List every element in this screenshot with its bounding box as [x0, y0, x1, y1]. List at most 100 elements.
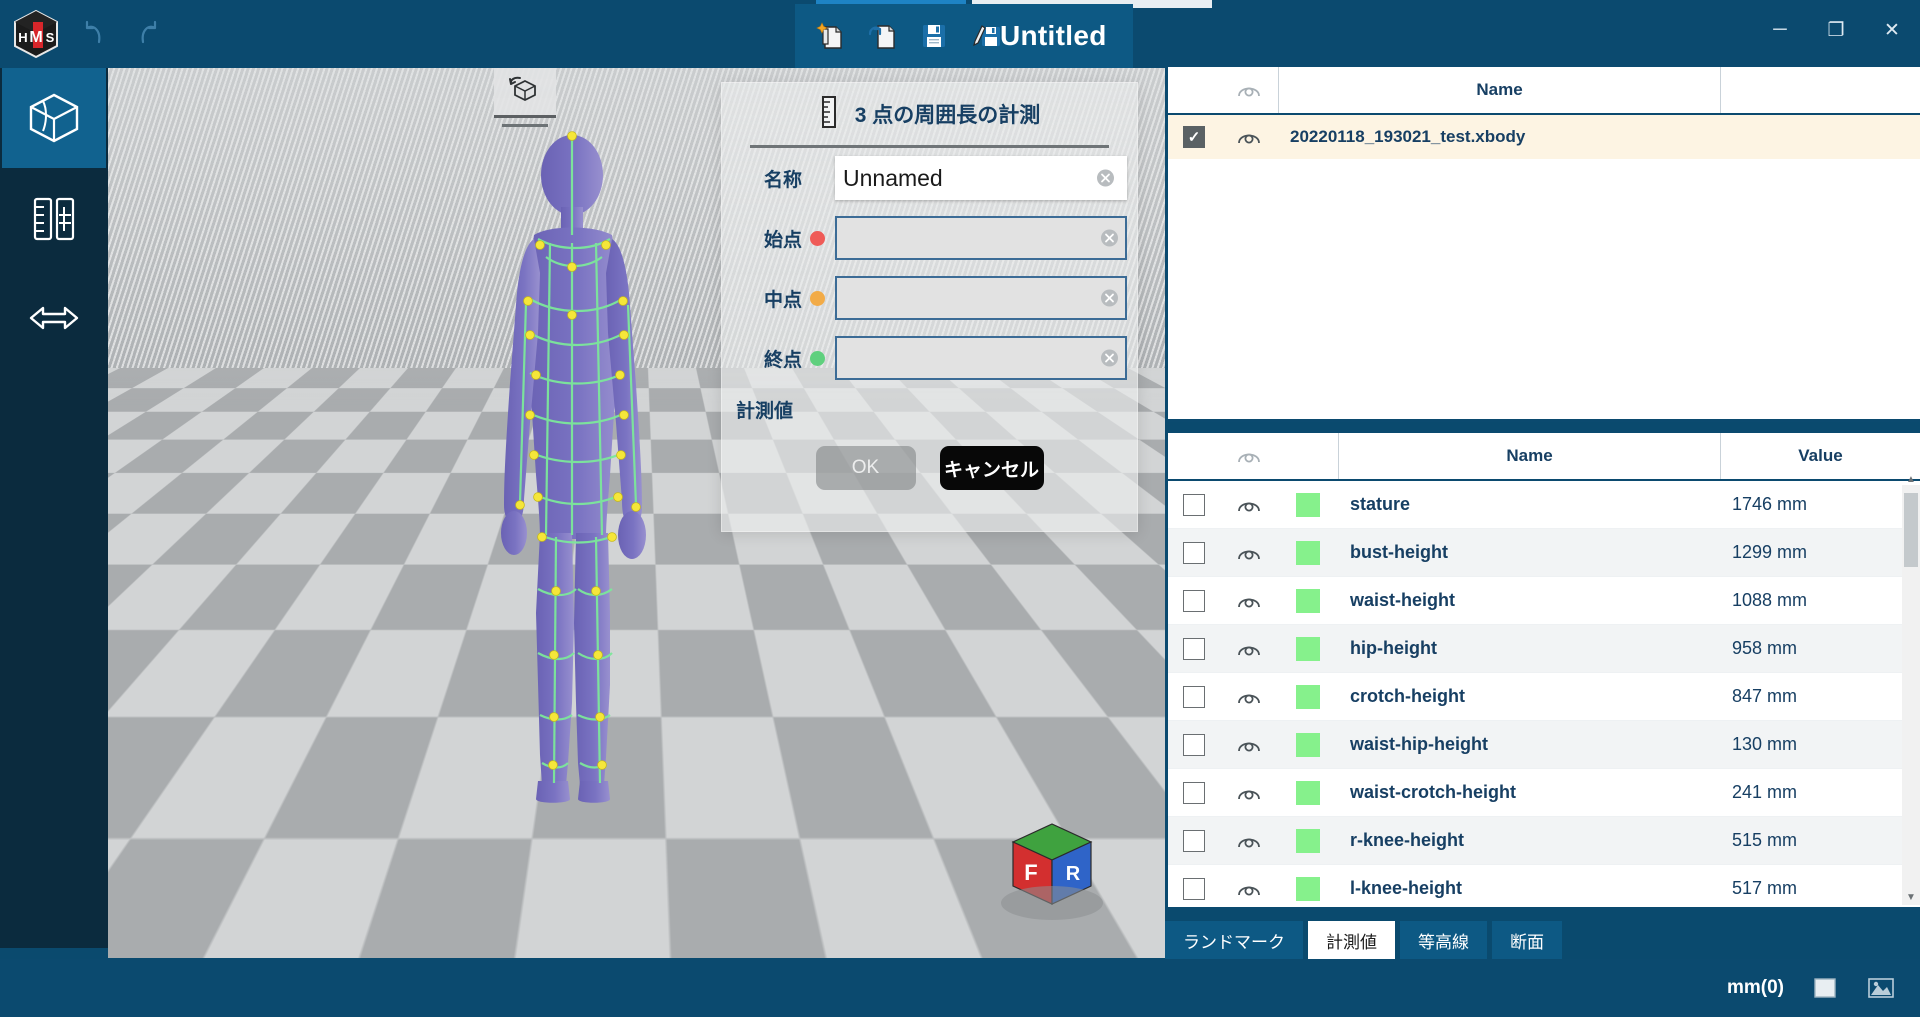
- file-list-row[interactable]: ✓ 20220118_193021_test.xbody: [1168, 115, 1920, 159]
- snapshot-icon[interactable]: [1810, 973, 1840, 1003]
- clear-icon[interactable]: [1096, 169, 1115, 188]
- meas-row-eye-icon[interactable]: [1220, 496, 1278, 514]
- color-swatch[interactable]: [1296, 636, 1320, 661]
- new-file-icon[interactable]: [813, 19, 847, 53]
- table-row[interactable]: stature 1746 mm: [1168, 481, 1920, 529]
- meas-row-checkbox[interactable]: [1183, 637, 1205, 660]
- color-swatch[interactable]: [1296, 684, 1320, 709]
- meas-row-check-cell: [1168, 541, 1220, 564]
- tab-measurement[interactable]: 計測値: [1308, 921, 1395, 959]
- table-row[interactable]: waist-height 1088 mm: [1168, 577, 1920, 625]
- navcube-shadow: [1001, 886, 1103, 920]
- meas-row-value: 958 mm: [1732, 638, 1798, 658]
- scroll-up-arrow-icon[interactable]: ▲: [1902, 471, 1920, 487]
- scrollbar-thumb[interactable]: [1904, 493, 1918, 567]
- close-button[interactable]: ✕: [1864, 0, 1920, 60]
- file-row-checkbox[interactable]: ✓: [1183, 126, 1205, 148]
- meas-row-color-cell: [1278, 876, 1338, 901]
- svg-text:M: M: [29, 29, 42, 46]
- restore-button[interactable]: ❐: [1808, 0, 1864, 60]
- clear-icon[interactable]: [1100, 229, 1119, 248]
- color-swatch[interactable]: [1296, 828, 1320, 853]
- sidebar-item-model-view[interactable]: [2, 68, 106, 168]
- meas-row-checkbox[interactable]: [1183, 829, 1205, 852]
- table-row[interactable]: waist-hip-height 130 mm: [1168, 721, 1920, 769]
- tab-landmark[interactable]: ランドマーク: [1165, 921, 1303, 959]
- file-row-eye-icon[interactable]: [1220, 128, 1278, 146]
- meas-row-name: r-knee-height: [1350, 830, 1465, 850]
- undo-icon[interactable]: [74, 16, 114, 52]
- export-image-icon[interactable]: [1866, 973, 1896, 1003]
- tab-section[interactable]: 断面: [1492, 921, 1562, 959]
- scroll-down-arrow-icon[interactable]: ▼: [1902, 889, 1920, 905]
- color-swatch[interactable]: [1296, 492, 1320, 517]
- meas-row-eye-icon[interactable]: [1220, 592, 1278, 610]
- meas-row-checkbox[interactable]: [1183, 877, 1205, 900]
- meas-row-color-cell: [1278, 684, 1338, 709]
- table-row[interactable]: bust-height 1299 mm: [1168, 529, 1920, 577]
- clear-icon[interactable]: [1100, 289, 1119, 308]
- measurement-header: Name Value: [1168, 433, 1920, 481]
- table-row[interactable]: r-knee-height 515 mm: [1168, 817, 1920, 865]
- ok-button[interactable]: OK: [815, 446, 916, 490]
- meas-header-name[interactable]: Name: [1338, 433, 1720, 479]
- meas-row-eye-icon[interactable]: [1220, 544, 1278, 562]
- save-icon[interactable]: [917, 19, 951, 53]
- end-point-input[interactable]: [835, 336, 1127, 380]
- meas-row-eye-icon[interactable]: [1220, 736, 1278, 754]
- meas-row-eye-icon[interactable]: [1220, 880, 1278, 898]
- meas-row-checkbox[interactable]: [1183, 589, 1205, 612]
- meas-row-checkbox[interactable]: [1183, 541, 1205, 564]
- meas-row-eye-icon[interactable]: [1220, 640, 1278, 658]
- save-as-icon[interactable]: [969, 19, 1003, 53]
- tab-contour[interactable]: 等高線: [1400, 921, 1487, 959]
- meas-row-checkbox[interactable]: [1183, 781, 1205, 804]
- meas-row-name: bust-height: [1350, 542, 1448, 562]
- table-row[interactable]: waist-crotch-height 241 mm: [1168, 769, 1920, 817]
- file-header-value[interactable]: [1720, 67, 1920, 113]
- start-point-input[interactable]: [835, 216, 1127, 260]
- meas-row-name: crotch-height: [1350, 686, 1465, 706]
- meas-row-eye-icon[interactable]: [1220, 784, 1278, 802]
- color-swatch[interactable]: [1296, 780, 1320, 805]
- dialog-buttons: OK キャンセル: [722, 446, 1137, 490]
- title-bar: M H S Untitled ─ ❐ ✕: [0, 0, 1920, 68]
- mid-point-label: 中点: [763, 289, 802, 311]
- meas-row-check-cell: [1168, 637, 1220, 660]
- color-swatch[interactable]: [1296, 876, 1320, 901]
- navigation-cube[interactable]: F R: [997, 812, 1107, 920]
- meas-header-eye-icon[interactable]: [1220, 447, 1278, 465]
- meas-row-eye-icon[interactable]: [1220, 832, 1278, 850]
- minimize-button[interactable]: ─: [1752, 0, 1808, 60]
- meas-row-value: 1746 mm: [1732, 494, 1808, 514]
- meas-row-eye-icon[interactable]: [1220, 688, 1278, 706]
- cancel-button[interactable]: キャンセル: [939, 446, 1044, 490]
- meas-row-value: 241 mm: [1732, 782, 1798, 802]
- color-swatch[interactable]: [1296, 732, 1320, 757]
- mid-point-input[interactable]: [835, 276, 1127, 320]
- meas-row-checkbox[interactable]: [1183, 493, 1205, 516]
- clear-icon[interactable]: [1100, 349, 1119, 368]
- name-input[interactable]: Unnamed: [835, 156, 1127, 200]
- color-swatch[interactable]: [1296, 588, 1320, 613]
- ruler-icon: [23, 187, 85, 249]
- meas-row-color-cell: [1278, 492, 1338, 517]
- sidebar-item-distance-tool[interactable]: [2, 268, 106, 368]
- bottom-tabs: ランドマーク 計測値 等高線 断面: [1165, 921, 1562, 959]
- table-row[interactable]: crotch-height 847 mm: [1168, 673, 1920, 721]
- meas-header-value[interactable]: Value: [1720, 433, 1920, 479]
- color-swatch[interactable]: [1296, 540, 1320, 565]
- file-header-eye-icon[interactable]: [1220, 81, 1278, 99]
- meas-row-checkbox[interactable]: [1183, 685, 1205, 708]
- open-file-icon[interactable]: [865, 19, 899, 53]
- redo-icon[interactable]: [128, 16, 168, 52]
- sidebar-item-measure-tool[interactable]: [2, 168, 106, 268]
- meas-row-checkbox[interactable]: [1183, 733, 1205, 756]
- measurement-scrollbar[interactable]: ▲ ▼: [1902, 474, 1920, 905]
- rotate-view-icon[interactable]: [494, 68, 556, 127]
- table-row[interactable]: l-knee-height 517 mm: [1168, 865, 1920, 907]
- avatar-3d-model[interactable]: [460, 123, 700, 803]
- file-header-name[interactable]: Name: [1278, 67, 1720, 113]
- unit-label: mm(0): [1726, 977, 1784, 998]
- table-row[interactable]: hip-height 958 mm: [1168, 625, 1920, 673]
